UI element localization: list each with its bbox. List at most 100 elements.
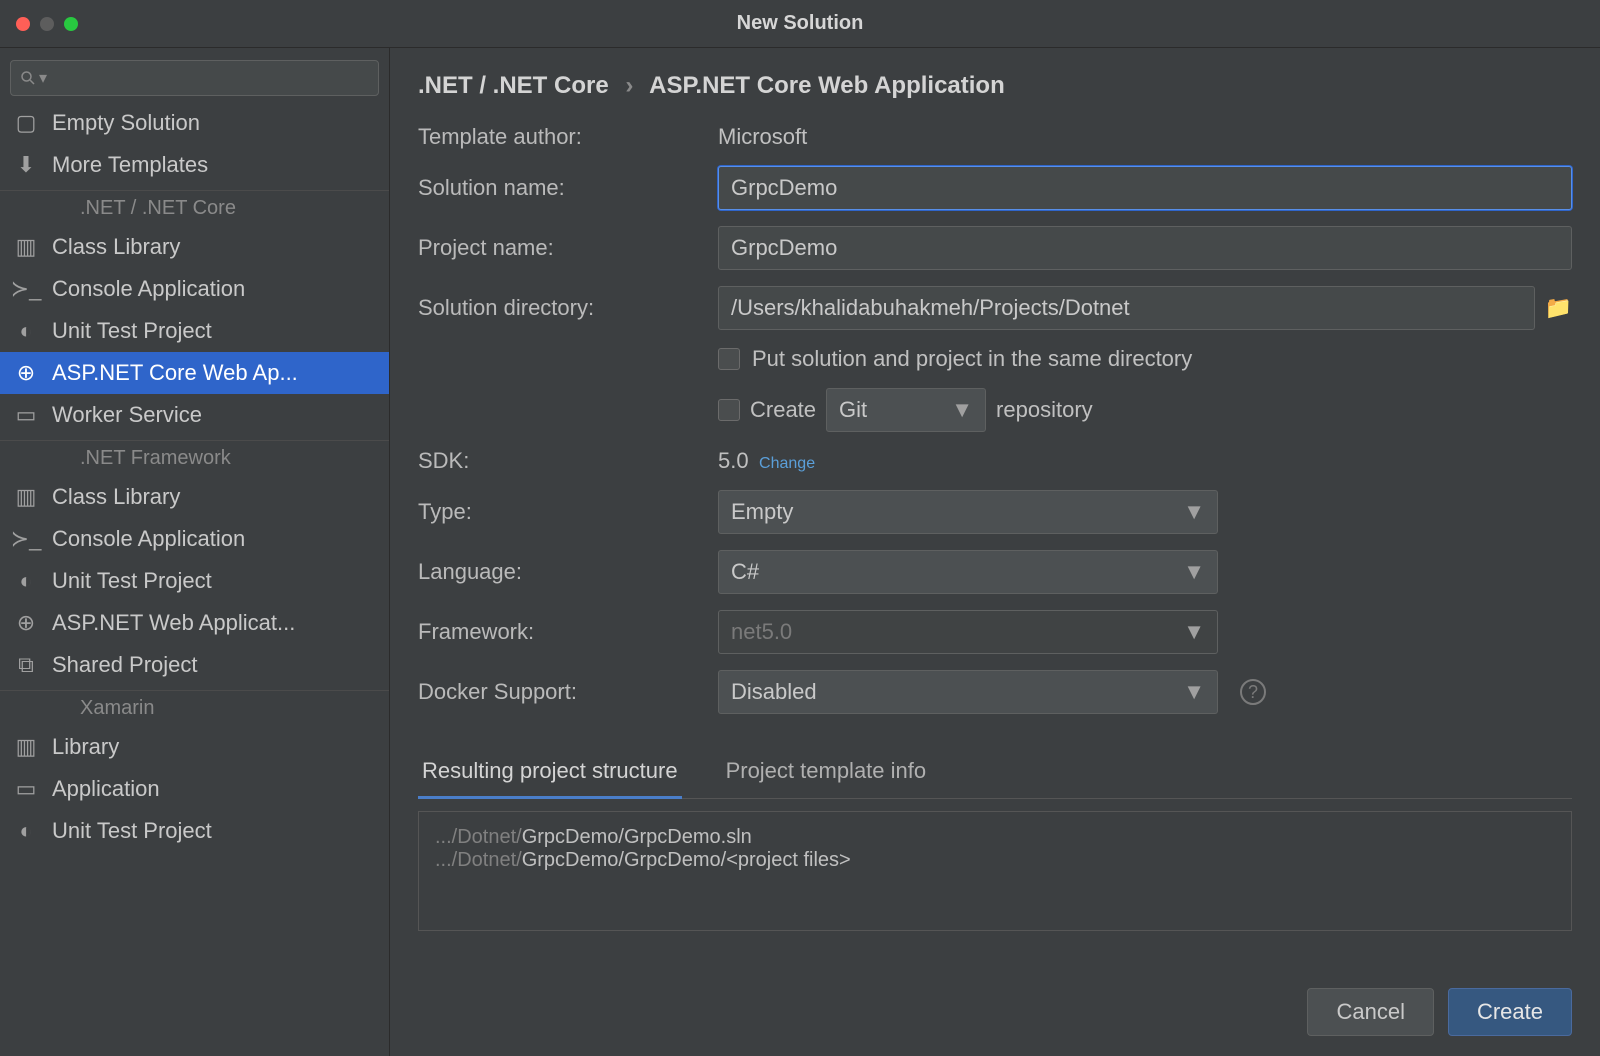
sdk-value: 5.0: [718, 448, 749, 473]
type-label: Type:: [418, 499, 698, 525]
sidebar-group-netfw: .NET Framework: [0, 440, 389, 476]
sidebar-item-aspnet-core[interactable]: ⊕ ASP.NET Core Web Ap...: [0, 352, 389, 394]
solution-icon: ▢: [14, 110, 38, 136]
test-icon: ◐: [14, 818, 38, 844]
window-title: New Solution: [737, 12, 864, 35]
sidebar-item-console-app-fw[interactable]: ≻_ Console Application: [0, 518, 389, 560]
project-name-input[interactable]: [718, 226, 1572, 270]
sidebar-item-label: Unit Test Project: [52, 818, 212, 844]
sidebar-item-worker-service[interactable]: ▭ Worker Service: [0, 394, 389, 436]
sidebar-item-class-library[interactable]: ▥ Class Library: [0, 226, 389, 268]
maximize-icon[interactable]: [64, 17, 78, 31]
create-label: Create: [750, 397, 816, 423]
shared-icon: ⧉: [14, 652, 38, 678]
tabs: Resulting project structure Project temp…: [418, 750, 1572, 799]
sidebar-item-x-library[interactable]: ▥ Library: [0, 726, 389, 768]
sidebar-item-label: ASP.NET Core Web Ap...: [52, 360, 298, 386]
breadcrumb: .NET / .NET Core › ASP.NET Core Web Appl…: [418, 72, 1572, 100]
sidebar-item-label: Console Application: [52, 276, 245, 302]
template-author-label: Template author:: [418, 124, 698, 150]
sidebar-item-class-library-fw[interactable]: ▥ Class Library: [0, 476, 389, 518]
sidebar-group-xamarin: Xamarin: [0, 690, 389, 726]
tab-info[interactable]: Project template info: [722, 750, 931, 798]
vcs-value: Git: [839, 397, 867, 423]
create-button[interactable]: Create: [1448, 988, 1572, 1036]
solution-dir-input[interactable]: [718, 286, 1535, 330]
sidebar-item-unit-test[interactable]: ◐ Unit Test Project: [0, 310, 389, 352]
window-icon: ▭: [14, 776, 38, 802]
console-icon: ≻_: [14, 526, 38, 552]
sidebar-item-x-unit-test[interactable]: ◐ Unit Test Project: [0, 810, 389, 852]
window-icon: ▭: [14, 402, 38, 428]
docker-select[interactable]: Disabled ▼: [718, 670, 1218, 714]
template-author: Microsoft: [718, 124, 1572, 150]
download-icon: ⬇: [14, 152, 38, 178]
books-icon: ▥: [14, 484, 38, 510]
project-name-label: Project name:: [418, 235, 698, 261]
docker-value: Disabled: [731, 679, 817, 705]
solution-name-label: Solution name:: [418, 175, 698, 201]
language-select[interactable]: C# ▼: [718, 550, 1218, 594]
books-icon: ▥: [14, 234, 38, 260]
sidebar-item-aspnet-fw[interactable]: ⊕ ASP.NET Web Applicat...: [0, 602, 389, 644]
test-icon: ◐: [14, 568, 38, 594]
sidebar-item-label: ASP.NET Web Applicat...: [52, 610, 295, 636]
breadcrumb-current: ASP.NET Core Web Application: [649, 72, 1005, 99]
framework-select: net5.0 ▼: [718, 610, 1218, 654]
titlebar: New Solution: [0, 0, 1600, 48]
chevron-down-icon: ▼: [1183, 679, 1205, 705]
sidebar-item-label: Application: [52, 776, 160, 802]
docker-label: Docker Support:: [418, 679, 698, 705]
same-dir-checkbox[interactable]: [718, 348, 740, 370]
close-icon[interactable]: [16, 17, 30, 31]
solution-name-input[interactable]: [718, 166, 1572, 210]
type-select[interactable]: Empty ▼: [718, 490, 1218, 534]
language-label: Language:: [418, 559, 698, 585]
help-icon[interactable]: ?: [1240, 679, 1266, 705]
console-icon: ≻_: [14, 276, 38, 302]
sidebar-item-empty-solution[interactable]: ▢ Empty Solution: [0, 102, 389, 144]
sidebar-item-x-application[interactable]: ▭ Application: [0, 768, 389, 810]
test-icon: ◐: [14, 318, 38, 344]
books-icon: ▥: [14, 734, 38, 760]
sdk-label: SDK:: [418, 448, 698, 474]
sidebar-item-label: Class Library: [52, 484, 180, 510]
sdk-change-link[interactable]: Change: [759, 455, 815, 472]
tab-structure[interactable]: Resulting project structure: [418, 750, 682, 799]
sidebar-item-label: More Templates: [52, 152, 208, 178]
sidebar-item-label: Unit Test Project: [52, 568, 212, 594]
sidebar-group-netcore: .NET / .NET Core: [0, 190, 389, 226]
search-input[interactable]: ▾: [10, 60, 379, 96]
chevron-down-icon: ▼: [1183, 619, 1205, 645]
sidebar-item-more-templates[interactable]: ⬇ More Templates: [0, 144, 389, 186]
framework-label: Framework:: [418, 619, 698, 645]
framework-value: net5.0: [731, 619, 792, 645]
sidebar-item-console-app[interactable]: ≻_ Console Application: [0, 268, 389, 310]
folder-icon[interactable]: 📁: [1545, 295, 1572, 321]
sidebar-item-label: Library: [52, 734, 119, 760]
create-repo-checkbox[interactable]: [718, 399, 740, 421]
sidebar-item-unit-test-fw[interactable]: ◐ Unit Test Project: [0, 560, 389, 602]
same-dir-label: Put solution and project in the same dir…: [752, 346, 1192, 372]
sidebar-item-label: Worker Service: [52, 402, 202, 428]
minimize-icon: [40, 17, 54, 31]
sidebar-item-label: Console Application: [52, 526, 245, 552]
repository-label: repository: [996, 397, 1093, 423]
language-value: C#: [731, 559, 759, 585]
cancel-button[interactable]: Cancel: [1307, 988, 1433, 1036]
sidebar: ▾ ▢ Empty Solution ⬇ More Templates .NET…: [0, 48, 390, 1056]
sidebar-item-shared-project[interactable]: ⧉ Shared Project: [0, 644, 389, 686]
sidebar-item-label: Unit Test Project: [52, 318, 212, 344]
sidebar-item-label: Class Library: [52, 234, 180, 260]
chevron-down-icon: ▼: [1183, 499, 1205, 525]
chevron-down-icon: ▼: [951, 397, 973, 423]
search-icon: [19, 69, 37, 87]
sidebar-item-label: Shared Project: [52, 652, 198, 678]
output-panel: .../Dotnet/GrpcDemo/GrpcDemo.sln .../Dot…: [418, 811, 1572, 931]
globe-icon: ⊕: [14, 360, 38, 386]
vcs-select[interactable]: Git ▼: [826, 388, 986, 432]
type-value: Empty: [731, 499, 793, 525]
globe-icon: ⊕: [14, 610, 38, 636]
sidebar-item-label: Empty Solution: [52, 110, 200, 136]
breadcrumb-parent: .NET / .NET Core: [418, 72, 609, 99]
